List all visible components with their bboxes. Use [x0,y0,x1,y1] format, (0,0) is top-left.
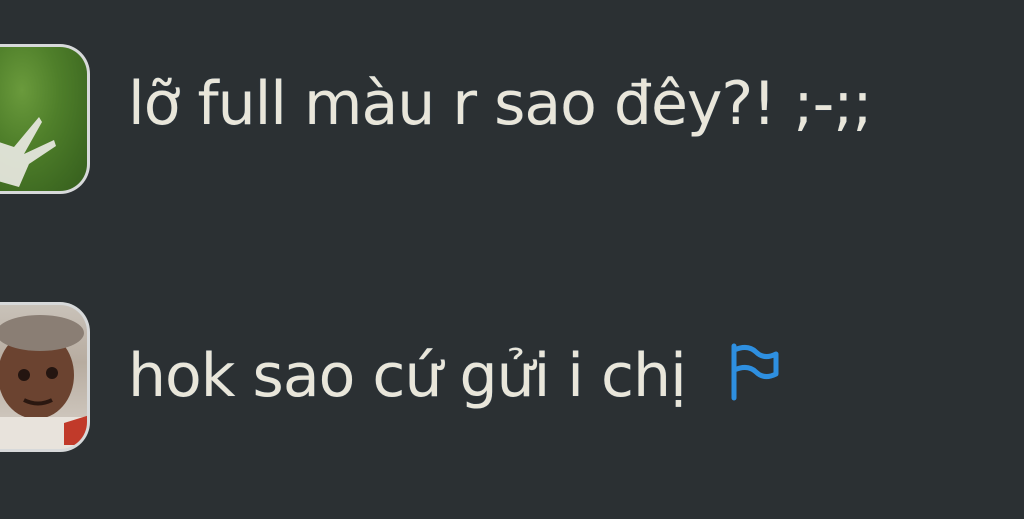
chat-message: hok sao cứ gửi i chị [0,302,782,452]
user-avatar[interactable] [0,302,90,452]
person-face-image [0,315,87,449]
flag-icon[interactable] [726,342,782,402]
chat-message-list: lỡ full màu r sao đêy?! ;-;; hok sao cứ … [0,0,1024,519]
antler-image [0,117,56,187]
chat-message: lỡ full màu r sao đêy?! ;-;; [0,44,873,194]
message-text: hok sao cứ gửi i chị [128,341,687,411]
message-text: lỡ full màu r sao đêy?! ;-;; [128,69,873,139]
user-avatar[interactable] [0,44,90,194]
